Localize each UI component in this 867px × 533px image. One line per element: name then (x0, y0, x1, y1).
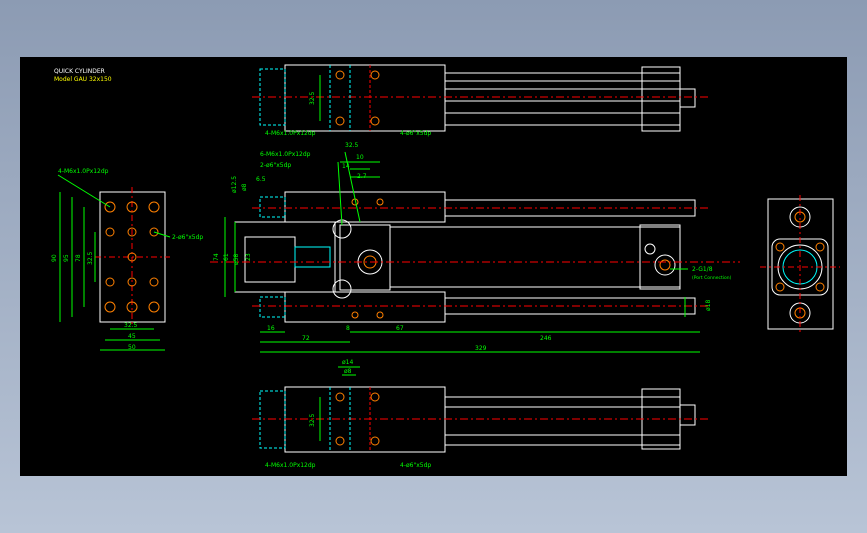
main-dim-14: 14 (342, 163, 350, 170)
left-callout-top: 4-M6x1.0Px12dp (58, 168, 109, 175)
title-line-1: QUICK CYLINDER (54, 68, 105, 75)
left-callout-right: 2-ø6"x5dp (172, 234, 203, 241)
main-dim-65: 6.5 (256, 176, 266, 183)
left-dim-95: 95 (63, 254, 70, 262)
main-dim-74: 74 (213, 253, 220, 261)
main-dim-27: 2.7 (357, 173, 367, 180)
title-line-2: Model GAU 32x150 (54, 76, 112, 83)
main-dim-61: 61 (223, 253, 230, 261)
main-dim-8: 8 (346, 325, 350, 332)
main-dim-phi8: ø8 (241, 183, 248, 191)
main-callout-port-sub: (Port Connection) (692, 275, 732, 281)
top-callout-left: 4-M6x1.0Px12dp (265, 130, 316, 137)
top-callout-right: 4-ø6"x5dp (400, 130, 431, 137)
main-callout-port: 2-G1/8 (692, 266, 713, 273)
left-dim-78: 78 (75, 254, 82, 262)
bottom-dim-phi8: ø8 (344, 368, 352, 375)
left-dim-90: 90 (51, 254, 58, 262)
left-dim-45: 45 (128, 333, 136, 340)
left-dim-50: 50 (128, 344, 136, 351)
main-callout-a: 6-M6x1.0Px12dp (260, 151, 311, 158)
bottom-dim-vertical: 32.5 (309, 413, 316, 427)
cad-drawing: QUICK CYLINDER Model GAU 32x150 4-M6x1.0… (51, 64, 840, 469)
bottom-dim-phi14: ø14 (342, 359, 353, 366)
main-dim-23: 23 (245, 253, 252, 261)
main-dim-67: 67 (396, 325, 404, 332)
main-dim-329: 329 (475, 345, 487, 352)
main-view (210, 151, 740, 353)
main-dim-phi18: ø18 (705, 300, 712, 311)
cad-drawing-viewport[interactable]: QUICK CYLINDER Model GAU 32x150 4-M6x1.0… (20, 57, 847, 476)
main-dim-phi12: ø12.5 (231, 176, 238, 193)
bottom-callout-right: 4-ø6"x5dp (400, 462, 431, 469)
main-callout-b: 2-ø6"x5dp (260, 162, 291, 169)
main-dim-246: 246 (540, 335, 552, 342)
top-view (252, 64, 710, 132)
left-dim-325v: 32.5 (87, 251, 94, 265)
main-dim-325: 32.5 (345, 142, 359, 149)
right-end-view (760, 195, 840, 335)
main-dim-10: 10 (356, 154, 364, 161)
left-dim-325h: 32.5 (124, 322, 138, 329)
main-dim-72: 72 (302, 335, 310, 342)
top-dim-vertical: 32.5 (309, 91, 316, 105)
bottom-view (252, 366, 710, 453)
bottom-callout-left: 4-M6x1.0Px12dp (265, 462, 316, 469)
main-dim-16: 16 (267, 325, 275, 332)
main-dim-phi58: ø58 (233, 254, 240, 265)
